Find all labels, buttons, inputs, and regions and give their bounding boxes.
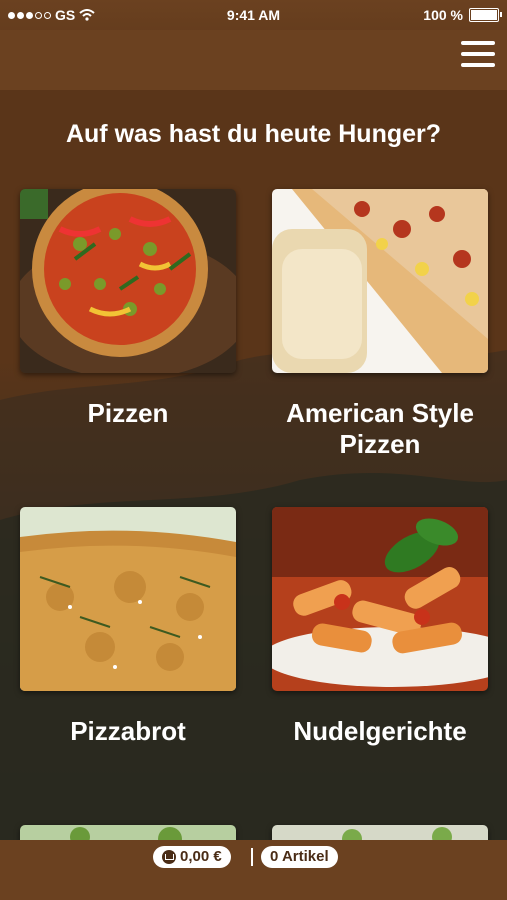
battery-icon [469, 8, 502, 22]
category-label: Nudelgerichte [293, 716, 467, 746]
cart-items-button[interactable]: 0 Artikel [261, 846, 338, 868]
app-header [0, 30, 507, 90]
footer-divider [251, 848, 253, 866]
pizzabrot-image [20, 507, 236, 691]
cart-total: 0,00 € [180, 848, 222, 865]
status-right: 100 % [423, 7, 502, 23]
pizza-image [20, 189, 236, 373]
category-label: Pizzabrot [70, 716, 186, 746]
category-tile-pizzabrot[interactable]: Pizzabrot [20, 507, 236, 746]
cart-items-count: 0 Artikel [270, 848, 329, 865]
battery-percent: 100 % [423, 7, 463, 23]
page-headline: Auf was hast du heute Hunger? [65, 120, 442, 148]
category-tile-nudelgerichte[interactable]: Nudelgerichte [272, 507, 488, 746]
hamburger-menu-icon[interactable] [461, 41, 495, 71]
category-label: Pizzen [87, 398, 169, 428]
category-tile-pizzen[interactable]: Pizzen [20, 189, 236, 428]
category-label: American Style Pizzen [286, 398, 474, 459]
pasta-image [272, 507, 488, 691]
cart-total-button[interactable]: 0,00 € [153, 846, 231, 868]
cart-icon [162, 850, 176, 864]
category-tile-american-style-pizzen[interactable]: American Style Pizzen [272, 189, 488, 459]
status-bar: GS 9:41 AM 100 % [0, 0, 507, 30]
cart-footer: 0,00 € 0 Artikel [0, 840, 507, 900]
american-pizza-image [272, 189, 488, 373]
